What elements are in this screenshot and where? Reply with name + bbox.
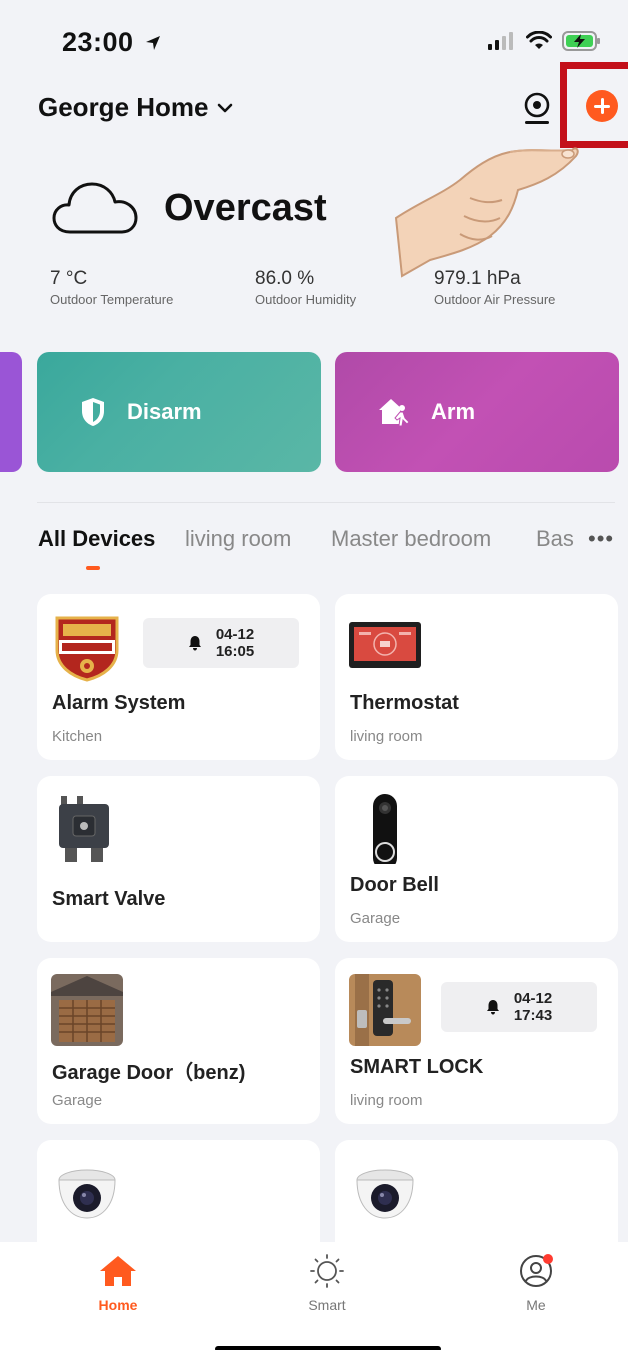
device-card-door-bell[interactable]: Door Bell Garage [335, 776, 618, 942]
lock-alert-badge: 04-12 17:43 [441, 982, 597, 1032]
tab-basement[interactable]: Bas [536, 526, 574, 552]
device-name: Alarm System [52, 692, 186, 714]
pointing-hand-icon [394, 147, 579, 278]
tab-me-label: Me [526, 1297, 546, 1313]
device-room: Garage [350, 910, 401, 927]
chevron-down-icon [217, 103, 232, 112]
location-arrow-icon [145, 36, 160, 50]
disarm-label: Disarm [127, 399, 202, 424]
wifi-icon [526, 31, 552, 49]
sun-icon [310, 1254, 344, 1288]
pressure-label: Outdoor Air Pressure [434, 292, 556, 307]
device-card-alarm-system[interactable]: 04-12 16:05 Alarm System Kitchen [37, 594, 320, 760]
garage-door-icon [51, 974, 123, 1046]
bell-icon [188, 636, 201, 651]
status-time: 23:00 [62, 27, 162, 58]
home-walking-person-icon [379, 399, 410, 427]
device-room: Kitchen [52, 728, 103, 745]
scene-card-partial[interactable] [0, 352, 22, 472]
weather-metrics: 7 °C Outdoor Temperature 86.0 % Outdoor … [50, 268, 610, 312]
temperature-value: 7 °C [50, 268, 88, 289]
device-card-smart-lock[interactable]: 04-12 17:43 SMART LOCK living room [335, 958, 618, 1124]
tab-me[interactable]: Me [496, 1254, 576, 1313]
alarm-alert-time: 16:05 [215, 643, 255, 660]
device-name: Door Bell [350, 874, 439, 896]
device-room: Garage [52, 1092, 103, 1109]
status-bar: 23:00 [0, 0, 628, 84]
bottom-tab-bar: Home Smart Me [0, 1242, 628, 1350]
tab-living-room[interactable]: living room [185, 526, 291, 552]
dome-camera-icon [356, 1169, 414, 1219]
shield-icon [82, 398, 104, 426]
device-card-garage-door[interactable]: Garage Door（benz) Garage [37, 958, 320, 1124]
device-name: SMART LOCK [350, 1056, 484, 1078]
alarm-alert-badge: 04-12 16:05 [143, 618, 299, 668]
thermostat-icon [349, 622, 421, 668]
tab-home[interactable]: Home [78, 1254, 158, 1313]
cellular-signal-icon [488, 32, 513, 50]
home-selector[interactable]: George Home [38, 92, 233, 123]
section-divider [37, 502, 615, 503]
dome-camera-icon [58, 1169, 116, 1219]
battery-charging-icon [562, 31, 600, 51]
tab-smart-label: Smart [308, 1297, 346, 1313]
device-card-thermostat[interactable]: Thermostat living room [335, 594, 618, 760]
cloud-icon [52, 182, 138, 234]
lock-alert-date: 04-12 [513, 990, 553, 1007]
home-indicator [215, 1346, 441, 1350]
humidity-value: 86.0 % [255, 268, 315, 289]
humidity-metric: 86.0 % Outdoor Humidity [255, 268, 356, 307]
more-tabs-button[interactable]: ••• [588, 526, 614, 552]
temperature-label: Outdoor Temperature [50, 292, 174, 307]
device-card-smart-valve[interactable]: Smart Valve [37, 776, 320, 942]
arm-label: Arm [431, 399, 476, 424]
temperature-metric: 7 °C Outdoor Temperature [50, 268, 173, 307]
disarm-scene-button[interactable]: Disarm [37, 352, 321, 472]
home-name: George Home [38, 92, 209, 122]
tab-smart[interactable]: Smart [287, 1254, 367, 1313]
bell-icon [486, 1000, 499, 1015]
pressure-metric: 979.1 hPa Outdoor Air Pressure [434, 268, 555, 307]
pressure-value: 979.1 hPa [434, 268, 521, 289]
doorbell-icon [373, 794, 397, 864]
humidity-label: Outdoor Humidity [255, 292, 357, 307]
smart-lock-icon [349, 974, 421, 1046]
alarm-system-badge-icon [55, 616, 119, 682]
smart-valve-icon [59, 796, 109, 862]
device-room: living room [350, 1092, 423, 1109]
device-name: Garage Door（benz) [52, 1062, 246, 1084]
device-name: Smart Valve [52, 888, 166, 910]
weather-condition: Overcast [52, 180, 327, 236]
tab-master-bedroom[interactable]: Master bedroom [331, 526, 491, 552]
home-icon [100, 1256, 136, 1286]
device-room: living room [350, 728, 423, 745]
tab-all-devices[interactable]: All Devices [38, 526, 155, 552]
room-tabs: All Devices living room Master bedroom B… [38, 526, 628, 576]
user-profile-icon [520, 1254, 553, 1287]
alarm-alert-date: 04-12 [215, 626, 255, 643]
weather-condition-text: Overcast [164, 186, 327, 229]
arm-scene-button[interactable]: Arm [335, 352, 619, 472]
active-tab-indicator [86, 566, 100, 570]
lock-alert-time: 17:43 [513, 1007, 553, 1024]
tab-home-label: Home [98, 1297, 138, 1313]
device-name: Thermostat [350, 692, 459, 714]
